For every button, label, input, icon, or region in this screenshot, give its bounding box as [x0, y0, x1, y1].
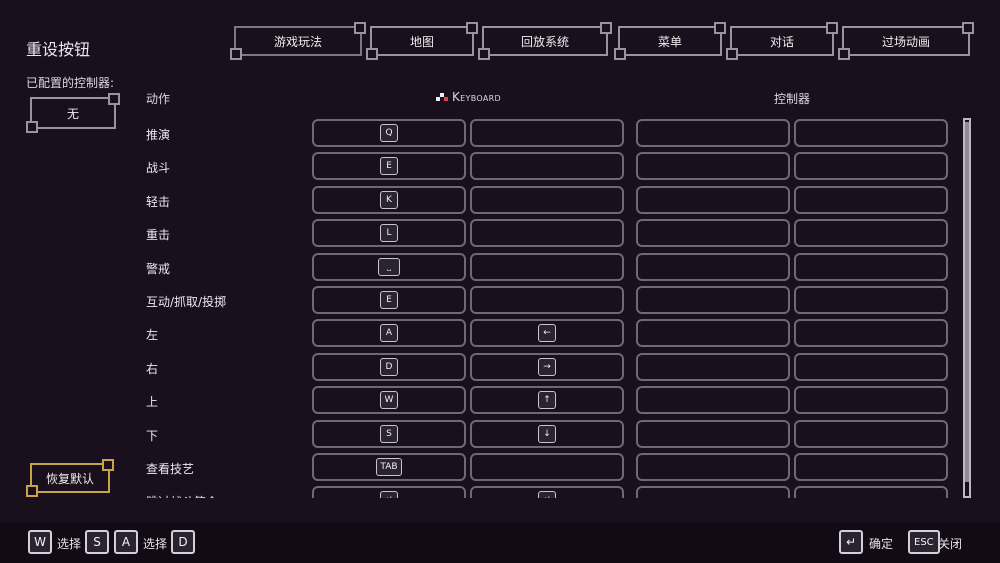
- restore-defaults-button[interactable]: 恢复默认: [26, 459, 114, 497]
- binding-slot-keyboard-2[interactable]: [470, 152, 624, 181]
- key-cap-icon: E: [380, 157, 398, 176]
- binding-slot-keyboard-1[interactable]: S: [312, 419, 466, 448]
- scrollbar-thumb[interactable]: [965, 122, 969, 482]
- binding-slot-keyboard-1[interactable]: E: [312, 152, 466, 181]
- key-esc-icon[interactable]: ESC: [908, 530, 940, 554]
- key-cap-icon: W: [380, 391, 398, 410]
- binding-slot-keyboard-2[interactable]: [470, 453, 624, 481]
- binding-slot-controller-2[interactable]: [794, 386, 948, 415]
- key-cap-icon: ←: [538, 324, 556, 343]
- binding-slot-keyboard-2[interactable]: ↓: [470, 419, 624, 448]
- binding-slot-controller-1[interactable]: [636, 319, 790, 348]
- binding-slot-keyboard-2[interactable]: →: [470, 352, 624, 381]
- footer-select-label-2: 选择: [143, 537, 168, 551]
- key-d-icon: D: [171, 530, 195, 554]
- binding-slot-controller-2[interactable]: [794, 185, 948, 214]
- action-label: 左: [146, 328, 159, 343]
- restore-defaults-label: 恢复默认: [45, 471, 94, 486]
- key-a-icon: A: [114, 530, 138, 554]
- action-label: 上: [146, 395, 159, 410]
- action-label: 下: [146, 428, 159, 443]
- action-label: 互动/抓取/投掷: [146, 295, 227, 309]
- binding-slot-keyboard-2[interactable]: [470, 119, 624, 147]
- footer-close-label[interactable]: 关闭: [938, 535, 962, 552]
- footer-confirm-label[interactable]: 确定: [869, 535, 893, 552]
- binding-slot-keyboard-1[interactable]: Q: [312, 119, 466, 147]
- binding-slot-controller-2[interactable]: [794, 119, 948, 147]
- binding-slot-controller-2[interactable]: [794, 419, 948, 448]
- binding-slot-controller-1[interactable]: [636, 286, 790, 314]
- binding-slot-controller-1[interactable]: [636, 185, 790, 214]
- action-label: 推演: [146, 128, 171, 142]
- key-cap-icon: E: [380, 291, 398, 309]
- binding-slot-controller-2[interactable]: [794, 486, 948, 498]
- binding-slot-controller-1[interactable]: [636, 152, 790, 181]
- binding-slot-keyboard-2[interactable]: [470, 286, 624, 314]
- binding-slot-controller-1[interactable]: [636, 119, 790, 147]
- binding-slot-controller-2[interactable]: [794, 352, 948, 381]
- binding-slot-controller-1[interactable]: [636, 252, 790, 281]
- bindings-list: 推演 Q 战斗 E 轻击 K 重击 L 警戒 ⎵ 互动/抓取/投掷 E 左 A ← 右 D → 上 W ↑ 下 S ↓ 查看技艺…: [0, 0, 1000, 498]
- key-cap-icon: ↓: [538, 424, 556, 443]
- binding-slot-controller-2[interactable]: [794, 319, 948, 348]
- action-label: 查看技艺: [146, 462, 195, 476]
- binding-slot-keyboard-1[interactable]: TAB: [312, 453, 466, 481]
- binding-slot-controller-2[interactable]: [794, 219, 948, 248]
- binding-slot-keyboard-1[interactable]: ⎵: [312, 252, 466, 281]
- key-s-icon: S: [85, 530, 109, 554]
- key-cap-icon: D: [380, 357, 398, 376]
- action-label: 重击: [146, 228, 171, 243]
- action-label: 轻击: [146, 194, 171, 209]
- binding-slot-controller-1[interactable]: [636, 352, 790, 381]
- binding-slot-keyboard-2[interactable]: ↑: [470, 386, 624, 415]
- binding-slot-keyboard-1[interactable]: E: [312, 286, 466, 314]
- key-cap-icon: ↵: [538, 491, 556, 498]
- binding-slot-controller-1[interactable]: [636, 486, 790, 498]
- key-cap-icon: TAB: [376, 458, 402, 476]
- binding-slot-keyboard-1[interactable]: ↵: [312, 486, 466, 498]
- footer-select-label-1: 选择: [57, 537, 82, 551]
- binding-slot-keyboard-1[interactable]: A: [312, 319, 466, 348]
- binding-slot-keyboard-2[interactable]: ↵: [470, 486, 624, 498]
- key-cap-icon: ⎵: [378, 257, 400, 276]
- binding-slot-keyboard-1[interactable]: D: [312, 352, 466, 381]
- key-cap-icon: S: [380, 424, 398, 443]
- binding-slot-controller-1[interactable]: [636, 219, 790, 248]
- key-enter-icon[interactable]: ↵: [839, 530, 863, 554]
- binding-slot-controller-2[interactable]: [794, 152, 948, 181]
- binding-slot-controller-1[interactable]: [636, 386, 790, 415]
- binding-slot-keyboard-1[interactable]: K: [312, 185, 466, 214]
- binding-slot-controller-2[interactable]: [794, 286, 948, 314]
- binding-slot-keyboard-2[interactable]: [470, 252, 624, 281]
- binding-slot-keyboard-2[interactable]: [470, 219, 624, 248]
- key-cap-icon: L: [380, 224, 398, 243]
- binding-slot-keyboard-1[interactable]: W: [312, 386, 466, 415]
- action-label: 警戒: [146, 261, 171, 276]
- key-cap-icon: →: [538, 357, 556, 376]
- key-w-icon: W: [28, 530, 52, 554]
- action-label: 战斗: [146, 161, 171, 176]
- key-cap-icon: ↑: [538, 391, 556, 410]
- action-label: 右: [146, 361, 159, 376]
- binding-slot-keyboard-2[interactable]: ←: [470, 319, 624, 348]
- key-cap-icon: Q: [380, 124, 398, 142]
- binding-slot-controller-1[interactable]: [636, 419, 790, 448]
- scrollbar[interactable]: [963, 118, 971, 498]
- binding-slot-keyboard-2[interactable]: [470, 185, 624, 214]
- key-cap-icon: ↵: [380, 491, 398, 498]
- binding-slot-controller-2[interactable]: [794, 453, 948, 481]
- binding-slot-controller-1[interactable]: [636, 453, 790, 481]
- key-cap-icon: K: [380, 190, 398, 209]
- action-label: 跳过战斗简介: [146, 493, 218, 498]
- binding-slot-keyboard-1[interactable]: L: [312, 219, 466, 248]
- key-cap-icon: A: [380, 324, 398, 343]
- binding-slot-controller-2[interactable]: [794, 252, 948, 281]
